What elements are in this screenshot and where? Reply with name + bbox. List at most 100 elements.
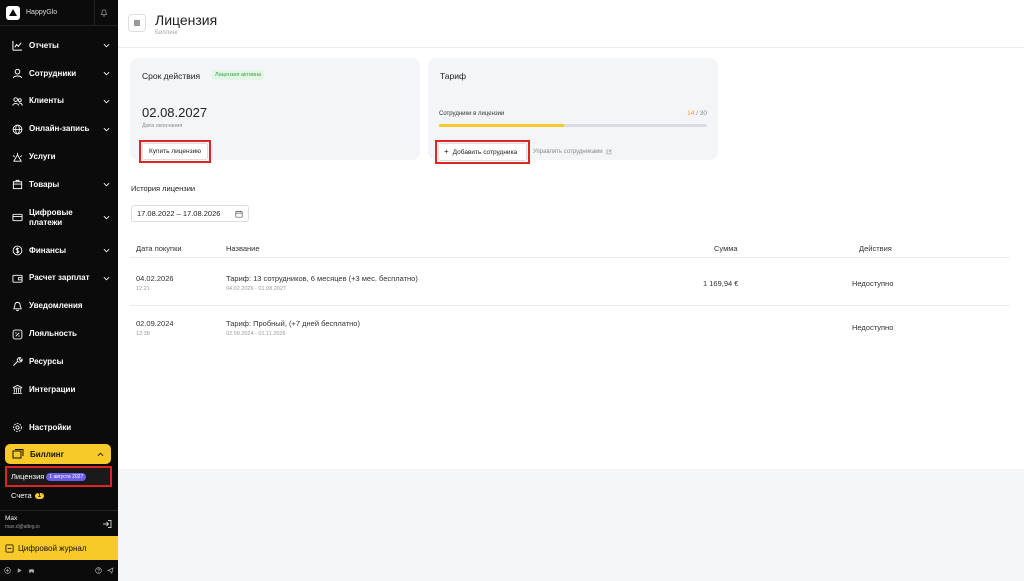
license-name: Тариф: 13 сотрудников, 6 месяцев (+3 мес… [226, 274, 418, 283]
employees-count: 14 / 30 [687, 110, 707, 117]
hamburger-icon [134, 20, 140, 26]
chevron-down-icon [103, 72, 110, 76]
sidebar-item-reports[interactable]: Отчеты [0, 32, 118, 60]
date-range-value: 17.08.2022 – 17.08.2026 [137, 209, 221, 218]
sidebar-item-digital-payments[interactable]: Цифровые платежи [0, 199, 118, 237]
chevron-down-icon [103, 216, 110, 220]
table-divider [130, 305, 1010, 306]
help-icon[interactable] [95, 567, 102, 574]
sidebar-item-resources[interactable]: Ресурсы [0, 348, 118, 376]
dollar-icon [11, 245, 23, 257]
purchase-date: 02.09.2024 [136, 319, 174, 328]
table-divider [130, 257, 1010, 258]
integration-icon [11, 384, 23, 396]
sidebar-nav: Отчеты Сотрудники Клиенты Онлайн-запись … [0, 32, 118, 404]
expiry-date-label: Дата окончания [142, 123, 183, 129]
page-title: Лицензия [155, 12, 218, 28]
tariff-card: Тариф Сотрудники в лицензии 14 / 30 + До… [428, 58, 718, 164]
date-range-picker[interactable]: 17.08.2022 – 17.08.2026 [131, 205, 249, 222]
services-icon [11, 151, 23, 163]
sidebar-subitem-label: Лицензия [11, 472, 45, 481]
brand-logo[interactable] [6, 5, 20, 20]
sidebar-item-finance[interactable]: Финансы [0, 237, 118, 265]
status-badge: Лицензия активна [212, 70, 265, 80]
sidebar-item-label: Уведомления [29, 301, 83, 311]
license-expiry-badge: 1 августа 2027 [46, 472, 87, 481]
sidebar-item-label: Услуги [29, 152, 56, 162]
sidebar-item-label: Цифровые платежи [29, 207, 73, 227]
sidebar-item-loyalty[interactable]: Лояльность [0, 320, 118, 348]
expiry-date: 02.08.2027 [142, 105, 208, 120]
sidebar-item-label: Сотрудники [29, 68, 77, 78]
wallet-icon [11, 272, 23, 284]
menu-toggle-button[interactable] [128, 14, 146, 32]
manage-employees-link[interactable]: Управлять сотрудниками [533, 149, 612, 155]
main-area: Лицензия Биллинг Срок действия Лицензия … [118, 0, 1024, 581]
add-employee-label: Добавить сотрудника [452, 148, 518, 156]
journal-icon [5, 543, 14, 553]
notifications-bell-icon[interactable] [94, 0, 112, 26]
page-header: Лицензия Биллинг [118, 0, 1024, 48]
sidebar-item-payroll[interactable]: Расчет зарплат [0, 265, 118, 293]
send-icon[interactable] [107, 567, 114, 574]
bell-icon [11, 300, 23, 312]
employees-label: Сотрудники в лицензии [439, 111, 505, 117]
license-action: Недоступно [852, 323, 894, 332]
add-employee-button[interactable]: + Добавить сотрудника [438, 143, 527, 161]
chevron-down-icon [103, 44, 110, 48]
column-header-sum: Сумма [714, 244, 738, 253]
license-action: Недоступно [852, 279, 894, 288]
sidebar: HappyGlo Отчеты Сотрудники Клиенты Онлай… [0, 0, 118, 581]
sidebar-item-products[interactable]: Товары [0, 171, 118, 199]
digital-journal-label: Цифровой журнал [18, 543, 87, 553]
calendar-icon [235, 210, 243, 218]
plus-circle-icon[interactable] [4, 567, 11, 574]
box-icon [11, 179, 23, 191]
digital-journal-button[interactable]: Цифровой журнал [0, 536, 118, 560]
license-name: Тариф: Пробный, (+7 дней бесплатно) [226, 319, 360, 328]
breadcrumb[interactable]: Биллинг [155, 30, 178, 36]
license-validity-card: Срок действия Лицензия активна 02.08.202… [130, 58, 420, 163]
sidebar-item-online-booking[interactable]: Онлайн-запись [0, 115, 118, 143]
sidebar-subitem-license[interactable]: Лицензия 1 августа 2027 [5, 466, 112, 487]
sidebar-item-notifications[interactable]: Уведомления [0, 292, 118, 320]
card-icon [11, 212, 23, 224]
chart-icon [11, 40, 23, 52]
logout-icon[interactable] [102, 519, 112, 529]
sidebar-subitem-invoices[interactable]: Счета 1 [11, 491, 45, 500]
sidebar-item-services[interactable]: Услуги [0, 143, 118, 171]
sidebar-item-label: Лояльность [29, 329, 77, 339]
sidebar-bottom-bar [0, 560, 118, 581]
sidebar-item-clients[interactable]: Клиенты [0, 88, 118, 116]
buy-license-highlight: Купить лицензию [139, 140, 211, 163]
sidebar-item-settings[interactable]: Настройки [0, 414, 118, 442]
sidebar-item-employees[interactable]: Сотрудники [0, 60, 118, 88]
sidebar-item-integrations[interactable]: Интеграции [0, 376, 118, 404]
card-title: Срок действия [142, 71, 201, 81]
column-header-date: Дата покупки [136, 244, 182, 253]
chevron-down-icon [103, 99, 110, 104]
sidebar-subitem-label: Счета [11, 491, 32, 500]
sidebar-item-label: Финансы [29, 245, 67, 255]
column-header-name: Название [226, 244, 260, 253]
license-period: 02.09.2024 - 01.11.2026 [226, 331, 286, 337]
play-icon[interactable] [16, 567, 23, 574]
buy-license-button[interactable]: Купить лицензию [142, 143, 208, 160]
sidebar-item-label: Настройки [29, 422, 72, 432]
page-content: Срок действия Лицензия активна 02.08.202… [118, 48, 1024, 469]
employees-progress-bar [439, 124, 707, 127]
page-background [118, 469, 1024, 581]
user-icon [11, 68, 23, 80]
license-period: 04.02.2026 - 01.08.2027 [226, 286, 286, 292]
sidebar-item-label: Ресурсы [29, 356, 64, 366]
invoices-count-badge: 1 [34, 492, 45, 499]
purchase-time: 12:21 [136, 286, 150, 292]
sidebar-item-label: Клиенты [29, 96, 64, 106]
globe-icon [11, 123, 23, 135]
brand-name[interactable]: HappyGlo [26, 9, 94, 16]
car-icon[interactable] [28, 567, 35, 574]
sidebar-settings: Настройки [0, 414, 118, 442]
sidebar-item-label: Отчеты [29, 40, 59, 50]
sidebar-item-billing[interactable]: Биллинг [5, 444, 111, 464]
sidebar-item-label: Товары [29, 179, 60, 189]
